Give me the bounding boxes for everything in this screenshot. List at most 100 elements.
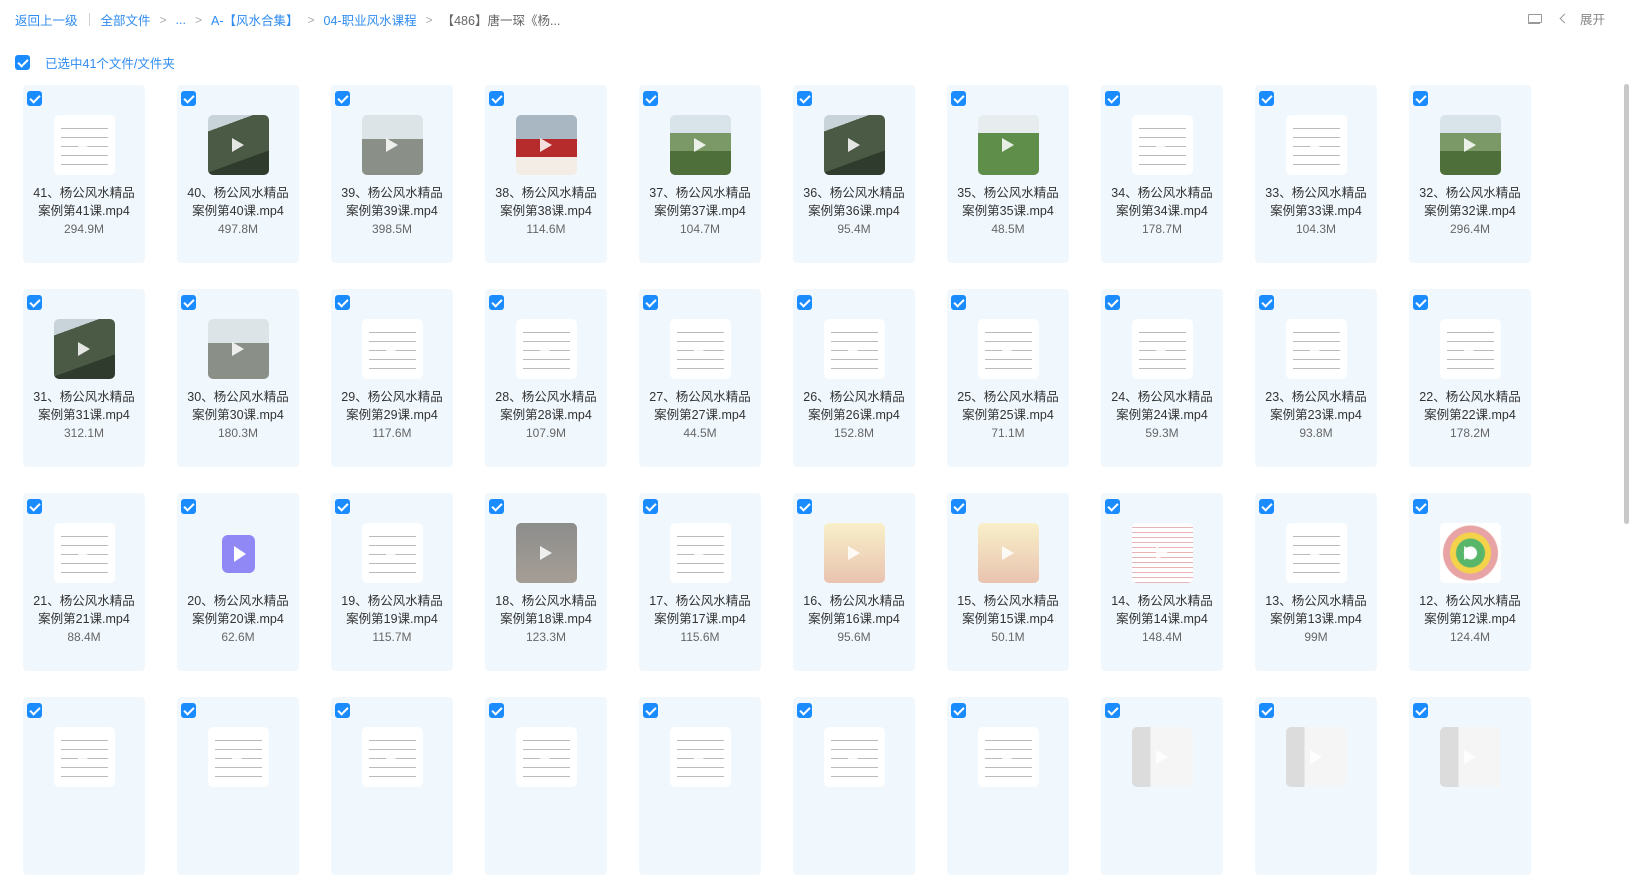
breadcrumb-all-files[interactable]: 全部文件 [101, 10, 151, 29]
breadcrumb-level1[interactable]: A-【风水合集】 [211, 10, 299, 29]
breadcrumb-ellipsis[interactable]: ... [176, 13, 186, 27]
breadcrumb-level2[interactable]: 04-职业风水课程 [324, 10, 417, 29]
file-card[interactable]: 34、杨公风水精品 案例第34课.mp4 178.7M [1101, 85, 1223, 263]
file-checkbox[interactable] [643, 91, 658, 106]
play-icon [1310, 342, 1322, 356]
file-card[interactable] [1101, 697, 1223, 875]
play-icon [540, 342, 552, 356]
file-card[interactable]: 29、杨公风水精品 案例第29课.mp4 117.6M [331, 289, 453, 467]
file-card[interactable] [1409, 697, 1531, 875]
file-card[interactable]: 20、杨公风水精品 案例第20课.mp4 62.6M [177, 493, 299, 671]
file-checkbox[interactable] [27, 703, 42, 718]
file-card[interactable]: 33、杨公风水精品 案例第33课.mp4 104.3M [1255, 85, 1377, 263]
file-card[interactable]: 32、杨公风水精品 案例第32课.mp4 296.4M [1409, 85, 1531, 263]
file-checkbox[interactable] [27, 91, 42, 106]
file-card[interactable]: 28、杨公风水精品 案例第28课.mp4 107.9M [485, 289, 607, 467]
file-checkbox[interactable] [1259, 703, 1274, 718]
file-card[interactable] [639, 697, 761, 875]
file-checkbox[interactable] [489, 499, 504, 514]
file-checkbox[interactable] [1413, 499, 1428, 514]
file-card[interactable]: 21、杨公风水精品 案例第21课.mp4 88.4M [23, 493, 145, 671]
select-all-checkbox[interactable] [15, 55, 30, 70]
video-thumbnail [1132, 319, 1193, 379]
layout-toggle-icon[interactable] [1527, 13, 1542, 25]
file-checkbox[interactable] [797, 295, 812, 310]
file-checkbox[interactable] [335, 91, 350, 106]
file-checkbox[interactable] [1105, 91, 1120, 106]
file-name-line2: 案例第20课.mp4 [192, 612, 284, 626]
file-card[interactable]: 39、杨公风水精品 案例第39课.mp4 398.5M [331, 85, 453, 263]
file-checkbox[interactable] [335, 295, 350, 310]
file-card[interactable]: 38、杨公风水精品 案例第38课.mp4 114.6M [485, 85, 607, 263]
file-checkbox[interactable] [951, 703, 966, 718]
file-checkbox[interactable] [489, 703, 504, 718]
file-checkbox[interactable] [797, 499, 812, 514]
file-card[interactable]: 40、杨公风水精品 案例第40课.mp4 497.8M [177, 85, 299, 263]
file-checkbox[interactable] [1413, 703, 1428, 718]
file-checkbox[interactable] [951, 91, 966, 106]
file-card[interactable] [485, 697, 607, 875]
file-checkbox[interactable] [181, 91, 196, 106]
file-card[interactable]: 41、杨公风水精品 案例第41课.mp4 294.9M [23, 85, 145, 263]
file-card[interactable]: 22、杨公风水精品 案例第22课.mp4 178.2M [1409, 289, 1531, 467]
file-card[interactable] [23, 697, 145, 875]
back-link[interactable]: 返回上一级 [15, 10, 78, 29]
file-name: 33、杨公风水精品 案例第33课.mp4 [1255, 184, 1377, 220]
file-card[interactable]: 19、杨公风水精品 案例第19课.mp4 115.7M [331, 493, 453, 671]
file-checkbox[interactable] [1259, 295, 1274, 310]
video-thumbnail [362, 727, 423, 787]
file-checkbox[interactable] [643, 499, 658, 514]
scrollbar[interactable] [1624, 84, 1629, 524]
file-checkbox[interactable] [181, 703, 196, 718]
file-card[interactable]: 17、杨公风水精品 案例第17课.mp4 115.6M [639, 493, 761, 671]
file-card[interactable]: 25、杨公风水精品 案例第25课.mp4 71.1M [947, 289, 1069, 467]
file-card[interactable]: 36、杨公风水精品 案例第36课.mp4 95.4M [793, 85, 915, 263]
file-checkbox[interactable] [1259, 91, 1274, 106]
file-checkbox[interactable] [1413, 91, 1428, 106]
file-name-line2: 案例第21课.mp4 [38, 612, 130, 626]
file-checkbox[interactable] [489, 295, 504, 310]
file-checkbox[interactable] [181, 295, 196, 310]
file-card[interactable]: 12、杨公风水精品 案例第12课.mp4 124.4M [1409, 493, 1531, 671]
file-card[interactable]: 16、杨公风水精品 案例第16课.mp4 95.6M [793, 493, 915, 671]
file-card[interactable] [177, 697, 299, 875]
file-checkbox[interactable] [1259, 499, 1274, 514]
file-checkbox[interactable] [951, 499, 966, 514]
file-checkbox[interactable] [27, 295, 42, 310]
file-checkbox[interactable] [643, 703, 658, 718]
file-card[interactable] [331, 697, 453, 875]
file-checkbox[interactable] [1105, 499, 1120, 514]
file-name-line2: 案例第41课.mp4 [38, 204, 130, 218]
select-all-row[interactable]: 已选中41个文件/文件夹 [15, 53, 175, 72]
file-card[interactable]: 15、杨公风水精品 案例第15课.mp4 50.1M [947, 493, 1069, 671]
file-checkbox[interactable] [335, 499, 350, 514]
file-card[interactable]: 26、杨公风水精品 案例第26课.mp4 152.8M [793, 289, 915, 467]
file-card[interactable] [793, 697, 915, 875]
file-size: 152.8M [833, 426, 875, 440]
expand-button[interactable]: 展开 [1559, 9, 1605, 28]
file-checkbox[interactable] [951, 295, 966, 310]
file-checkbox[interactable] [489, 91, 504, 106]
file-card[interactable]: 24、杨公风水精品 案例第24课.mp4 59.3M [1101, 289, 1223, 467]
file-checkbox[interactable] [335, 703, 350, 718]
file-card[interactable]: 35、杨公风水精品 案例第35课.mp4 48.5M [947, 85, 1069, 263]
file-card[interactable]: 30、杨公风水精品 案例第30课.mp4 180.3M [177, 289, 299, 467]
file-card[interactable]: 13、杨公风水精品 案例第13课.mp4 99M [1255, 493, 1377, 671]
file-card[interactable]: 23、杨公风水精品 案例第23课.mp4 93.8M [1255, 289, 1377, 467]
file-checkbox[interactable] [181, 499, 196, 514]
file-checkbox[interactable] [797, 91, 812, 106]
file-card[interactable]: 18、杨公风水精品 案例第18课.mp4 123.3M [485, 493, 607, 671]
file-card[interactable]: 14、杨公风水精品 案例第14课.mp4 148.4M [1101, 493, 1223, 671]
file-checkbox[interactable] [797, 703, 812, 718]
file-card[interactable]: 27、杨公风水精品 案例第27课.mp4 44.5M [639, 289, 761, 467]
file-checkbox[interactable] [643, 295, 658, 310]
file-card[interactable]: 37、杨公风水精品 案例第37课.mp4 104.7M [639, 85, 761, 263]
file-card[interactable] [947, 697, 1069, 875]
play-icon [540, 546, 552, 560]
file-checkbox[interactable] [27, 499, 42, 514]
file-checkbox[interactable] [1413, 295, 1428, 310]
file-card[interactable] [1255, 697, 1377, 875]
file-checkbox[interactable] [1105, 703, 1120, 718]
file-checkbox[interactable] [1105, 295, 1120, 310]
file-card[interactable]: 31、杨公风水精品 案例第31课.mp4 312.1M [23, 289, 145, 467]
